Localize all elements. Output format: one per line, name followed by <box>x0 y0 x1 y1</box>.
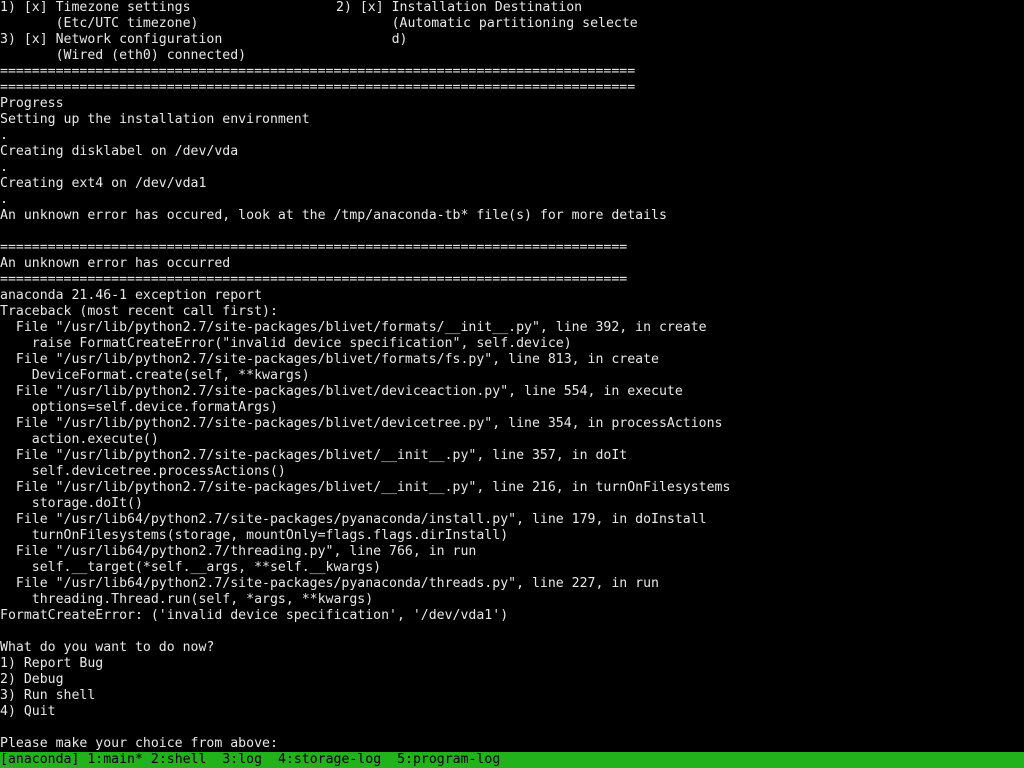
traceback-line: File "/usr/lib64/python2.7/site-packages… <box>0 576 659 591</box>
menu-option-quit[interactable]: 4) Quit <box>0 704 56 720</box>
tab-main[interactable]: 1:main* <box>87 752 143 767</box>
summary-item-network-status: (Wired (eth0) connected) <box>0 48 247 63</box>
progress-error-line: An unknown error has occured, look at th… <box>0 208 667 223</box>
exception-message: FormatCreateError: ('invalid device spec… <box>0 608 509 623</box>
traceback-line: self.__target(*self.__args, **self.__kwa… <box>0 560 382 575</box>
summary-item-destination-status-wrap: d) <box>336 32 408 47</box>
session-name: [anaconda] <box>0 752 80 767</box>
traceback-line: DeviceFormat.create(self, **kwargs) <box>0 368 310 383</box>
progress-line: . <box>0 192 8 207</box>
traceback-line: File "/usr/lib64/python2.7/threading.py"… <box>0 544 477 559</box>
traceback-header: Traceback (most recent call first): <box>0 304 278 319</box>
traceback-line: turnOnFilesystems(storage, mountOnly=fla… <box>0 528 509 543</box>
error-title: An unknown error has occurred <box>0 256 231 271</box>
traceback-line: raise FormatCreateError("invalid device … <box>0 336 572 351</box>
progress-line: Creating ext4 on /dev/vda1 <box>0 176 207 191</box>
progress-line: Creating disklabel on /dev/vda <box>0 144 239 159</box>
summary-item-destination[interactable]: 2) [x] Installation Destination <box>336 0 582 16</box>
tab-program-log[interactable]: 5:program-log <box>397 752 500 767</box>
separator: ========================================… <box>0 240 628 255</box>
traceback-line: File "/usr/lib/python2.7/site-packages/b… <box>0 416 723 431</box>
traceback-line: storage.doIt() <box>0 496 143 511</box>
tmux-status-bar: [anaconda] 1:main* 2:shell 3:log 4:stora… <box>0 752 1024 768</box>
summary-item-timezone[interactable]: 1) [x] Timezone settings <box>0 0 191 16</box>
traceback-line: File "/usr/lib/python2.7/site-packages/b… <box>0 320 707 335</box>
traceback-line: File "/usr/lib64/python2.7/site-packages… <box>0 512 707 527</box>
traceback-line: File "/usr/lib/python2.7/site-packages/b… <box>0 448 628 463</box>
separator: ========================================… <box>0 64 636 79</box>
traceback-line: File "/usr/lib/python2.7/site-packages/b… <box>0 352 659 367</box>
exception-report-title: anaconda 21.46-1 exception report <box>0 288 263 303</box>
choice-prompt[interactable]: Please make your choice from above: <box>0 736 286 752</box>
menu-option-run-shell[interactable]: 3) Run shell <box>0 688 95 704</box>
traceback-line: self.devicetree.processActions() <box>0 464 286 479</box>
progress-line: . <box>0 160 8 175</box>
summary-item-destination-status: (Automatic partitioning selecte <box>336 16 638 31</box>
traceback-line: options=self.device.formatArgs) <box>0 400 278 415</box>
progress-heading: Progress <box>0 96 64 111</box>
summary-item-network[interactable]: 3) [x] Network configuration <box>0 32 222 48</box>
tab-shell[interactable]: 2:shell <box>151 752 207 767</box>
traceback-line: File "/usr/lib/python2.7/site-packages/b… <box>0 384 683 399</box>
terminal-screen: 1) [x] Timezone settings (Etc/UTC timezo… <box>0 0 1024 768</box>
summary-item-timezone-status: (Etc/UTC timezone) <box>0 16 199 31</box>
separator: ========================================… <box>0 272 628 287</box>
menu-question: What do you want to do now? <box>0 640 215 655</box>
menu-option-report-bug[interactable]: 1) Report Bug <box>0 656 103 672</box>
progress-line: . <box>0 128 8 143</box>
tab-log[interactable]: 3:log <box>222 752 262 767</box>
traceback-line: action.execute() <box>0 432 159 447</box>
menu-option-debug[interactable]: 2) Debug <box>0 672 64 688</box>
separator: ========================================… <box>0 80 636 95</box>
traceback-line: threading.Thread.run(self, *args, **kwar… <box>0 592 374 607</box>
tab-storage-log[interactable]: 4:storage-log <box>278 752 381 767</box>
progress-line: Setting up the installation environment <box>0 112 310 127</box>
traceback-line: File "/usr/lib/python2.7/site-packages/b… <box>0 480 731 495</box>
